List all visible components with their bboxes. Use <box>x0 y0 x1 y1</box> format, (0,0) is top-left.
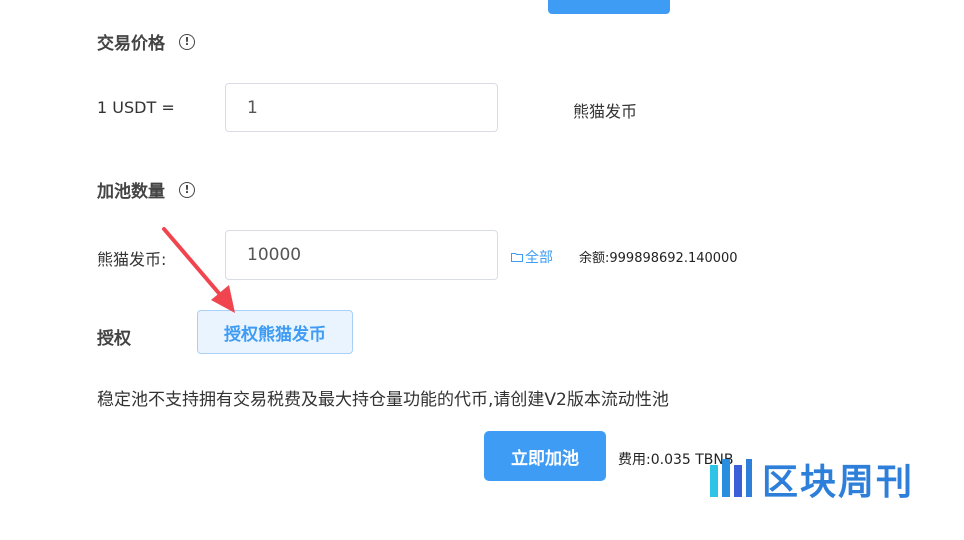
all-amount-link[interactable]: 全部 <box>511 247 553 267</box>
top-partial-button[interactable] <box>548 0 670 14</box>
pool-amount-input-box[interactable] <box>225 230 498 280</box>
price-section-label: 交易价格 <box>97 34 165 54</box>
watermark-text: 区块周刊 <box>762 462 915 503</box>
balance-text: 余额:999898692.140000 <box>579 251 738 266</box>
price-input-box[interactable] <box>225 83 498 132</box>
pool-amount-input[interactable] <box>245 244 497 266</box>
add-liquidity-button[interactable]: 立即加池 <box>484 431 606 481</box>
pool-section-label: 加池数量 <box>97 182 165 202</box>
info-icon[interactable]: ! <box>179 33 195 50</box>
all-link-label: 全部 <box>525 250 553 266</box>
price-section-title: 交易价格 ! <box>97 29 195 54</box>
annotation-arrow <box>162 227 235 313</box>
price-unit: 熊猫发币 <box>573 102 638 121</box>
pool-section-title: 加池数量 ! <box>97 177 195 202</box>
price-input[interactable] <box>245 96 497 119</box>
watermark-logo: 区块周刊 <box>708 453 914 505</box>
price-row-label: 1 USDT = <box>97 98 175 117</box>
folder-icon <box>511 253 523 262</box>
info-icon[interactable]: ! <box>179 181 195 198</box>
auth-label: 授权 <box>97 329 131 349</box>
watermark-icon <box>710 459 752 497</box>
notice-text: 稳定池不支持拥有交易税费及最大持仓量功能的代币,请创建V2版本流动性池 <box>97 390 669 410</box>
